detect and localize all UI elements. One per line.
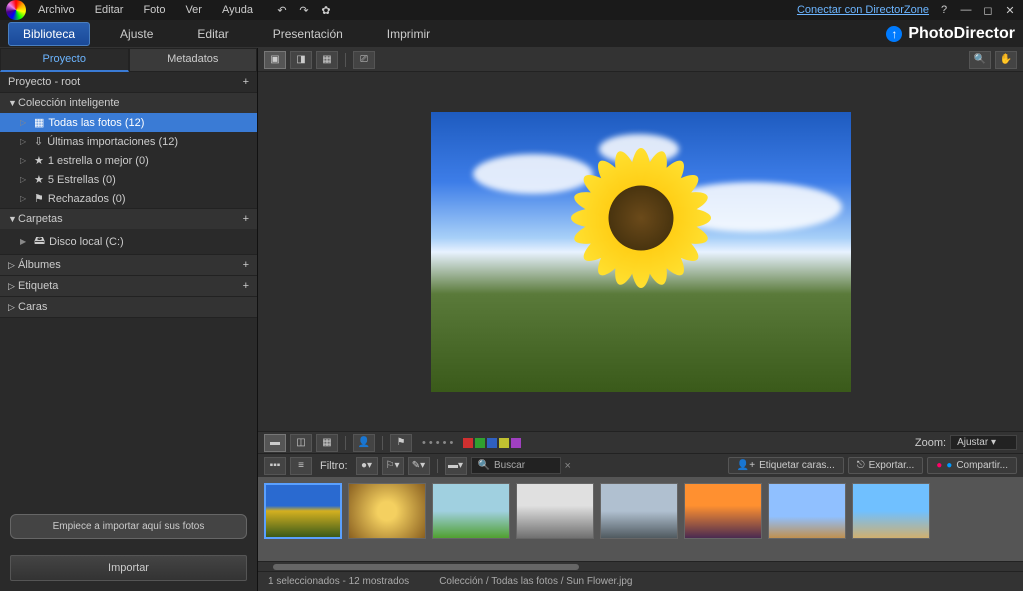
tag-faces-button[interactable]: 👤+ Etiquetar caras...	[728, 457, 844, 474]
module-ajuste[interactable]: Ajuste	[106, 23, 167, 45]
thumbnail[interactable]	[432, 483, 510, 539]
section-etiqueta[interactable]: ▷Etiqueta+	[0, 276, 257, 296]
preview-image	[431, 112, 851, 392]
status-bar: 1 seleccionados - 12 mostrados Colección…	[258, 571, 1023, 591]
zoom-select[interactable]: Ajustar ▾	[950, 435, 1017, 450]
add-project-icon[interactable]: +	[243, 76, 249, 88]
zoom-tool-icon[interactable]: 🔍	[969, 51, 991, 69]
filter-toolbar: ▪▪▪ ≡ Filtro: ●▾ ⚐▾ ✎▾ ▬▾ 🔍 Buscar × 👤+ …	[258, 453, 1023, 477]
thumbnail[interactable]	[768, 483, 846, 539]
thumb-large-icon[interactable]: ≡	[290, 457, 312, 475]
canvas-area[interactable]	[258, 72, 1023, 431]
menu-ayuda[interactable]: Ayuda	[214, 2, 261, 18]
maximize-button[interactable]: ◻	[981, 3, 995, 17]
section-albumes[interactable]: ▷Álbumes+	[0, 255, 257, 275]
section-coleccion[interactable]: ▼Colección inteligente	[0, 93, 257, 113]
tab-proyecto[interactable]: Proyecto	[0, 48, 129, 72]
help-icon[interactable]: ?	[937, 3, 951, 17]
export-button[interactable]: ⎋ Exportar...	[848, 457, 924, 474]
menu-editar[interactable]: Editar	[87, 2, 132, 18]
add-tag-icon[interactable]: +	[243, 280, 249, 292]
face-tag-icon[interactable]: 👤	[353, 434, 375, 452]
view-compare-icon[interactable]: ◨	[290, 51, 312, 69]
brand-label: ↑ PhotoDirector	[886, 25, 1015, 43]
search-input[interactable]: 🔍 Buscar	[471, 457, 561, 474]
module-bar: Biblioteca Ajuste Editar Presentación Im…	[0, 20, 1023, 48]
brand-icon: ↑	[886, 26, 902, 42]
project-name: Proyecto - root	[8, 76, 80, 88]
thumbnail[interactable]	[852, 483, 930, 539]
section-caras[interactable]: ▷Caras	[0, 297, 257, 317]
tab-metadatos[interactable]: Metadatos	[129, 48, 258, 72]
module-imprimir[interactable]: Imprimir	[373, 23, 444, 45]
directorzone-link[interactable]: Conectar con DirectorZone	[797, 4, 929, 16]
filter-brush-icon[interactable]: ✎▾	[408, 457, 430, 475]
color-label-box[interactable]	[475, 438, 485, 448]
redo-icon[interactable]: ↷	[297, 3, 311, 17]
stack-icon[interactable]: ▬▾	[445, 457, 467, 475]
clear-search-icon[interactable]: ×	[565, 460, 571, 472]
color-label-box[interactable]	[487, 438, 497, 448]
view-secondary-icon[interactable]: ⎚	[353, 51, 375, 69]
add-album-icon[interactable]: +	[243, 259, 249, 271]
brand-text: PhotoDirector	[908, 25, 1015, 43]
module-editar[interactable]: Editar	[183, 23, 242, 45]
layout-1-icon[interactable]: ▬	[264, 434, 286, 452]
section-carpetas[interactable]: ▼Carpetas+	[0, 209, 257, 229]
thumbnail[interactable]	[684, 483, 762, 539]
thumbnail[interactable]	[600, 483, 678, 539]
thumbnail-strip[interactable]	[258, 477, 1023, 561]
gear-icon[interactable]: ✿	[319, 3, 333, 17]
pan-tool-icon[interactable]: ✋	[995, 51, 1017, 69]
zoom-label: Zoom:	[915, 437, 946, 449]
app-logo-icon	[6, 0, 26, 20]
import-button[interactable]: Importar	[10, 555, 247, 581]
tree-cinco-estrellas[interactable]: ▷★5 Estrellas (0)	[0, 170, 257, 189]
status-selection: 1 seleccionados - 12 mostrados	[268, 576, 409, 587]
undo-icon[interactable]: ↶	[275, 3, 289, 17]
import-hint: Empiece a importar aquí sus fotos	[10, 514, 247, 539]
layout-2-icon[interactable]: ◫	[290, 434, 312, 452]
thumbnail[interactable]	[264, 483, 342, 539]
color-label-box[interactable]	[499, 438, 509, 448]
menu-archivo[interactable]: Archivo	[30, 2, 83, 18]
top-toolbar: ▣ ◨ ▦ ⎚ 🔍 ✋	[258, 48, 1023, 72]
color-label-box[interactable]	[463, 438, 473, 448]
add-folder-icon[interactable]: +	[243, 213, 249, 225]
filter-flag-icon[interactable]: ⚐▾	[382, 457, 404, 475]
status-path: Colección / Todas las fotos / Sun Flower…	[439, 576, 632, 587]
module-presentacion[interactable]: Presentación	[259, 23, 357, 45]
tree-una-estrella[interactable]: ▷★1 estrella o mejor (0)	[0, 151, 257, 170]
minimize-button[interactable]: —	[959, 3, 973, 17]
view-grid-icon[interactable]: ▦	[316, 51, 338, 69]
menubar: Archivo Editar Foto Ver Ayuda ↶ ↷ ✿ Cone…	[0, 0, 1023, 20]
close-button[interactable]: ✕	[1003, 3, 1017, 17]
module-biblioteca[interactable]: Biblioteca	[8, 22, 90, 46]
sidebar: Proyecto Metadatos Proyecto - root + ▼Co…	[0, 48, 258, 591]
tree-rechazados[interactable]: ▷⚑Rechazados (0)	[0, 189, 257, 208]
thumbnail[interactable]	[516, 483, 594, 539]
flag-icon[interactable]: ⚑	[390, 434, 412, 452]
filter-color-icon[interactable]: ●▾	[356, 457, 378, 475]
thumb-small-icon[interactable]: ▪▪▪	[264, 457, 286, 475]
filter-label: Filtro:	[320, 460, 348, 472]
color-label-box[interactable]	[511, 438, 521, 448]
tree-todas-fotos[interactable]: ▷▦Todas las fotos (12)	[0, 113, 257, 132]
tree-disco-local[interactable]: ▶🖴Disco local (C:)	[0, 229, 257, 254]
menu-foto[interactable]: Foto	[135, 2, 173, 18]
tree-ultimas[interactable]: ▷⇩Últimas importaciones (12)	[0, 132, 257, 151]
view-single-icon[interactable]: ▣	[264, 51, 286, 69]
menu-ver[interactable]: Ver	[177, 2, 210, 18]
star-rating[interactable]: •••••	[422, 437, 453, 449]
rating-toolbar: ▬ ◫ ▦ 👤 ⚑ ••••• Zoom: Ajustar ▾	[258, 431, 1023, 453]
thumb-scrollbar[interactable]	[258, 561, 1023, 571]
thumbnail[interactable]	[348, 483, 426, 539]
layout-3-icon[interactable]: ▦	[316, 434, 338, 452]
viewer: ▣ ◨ ▦ ⎚ 🔍 ✋ ▬ ◫	[258, 48, 1023, 591]
share-button[interactable]: ●● Compartir...	[927, 457, 1017, 474]
